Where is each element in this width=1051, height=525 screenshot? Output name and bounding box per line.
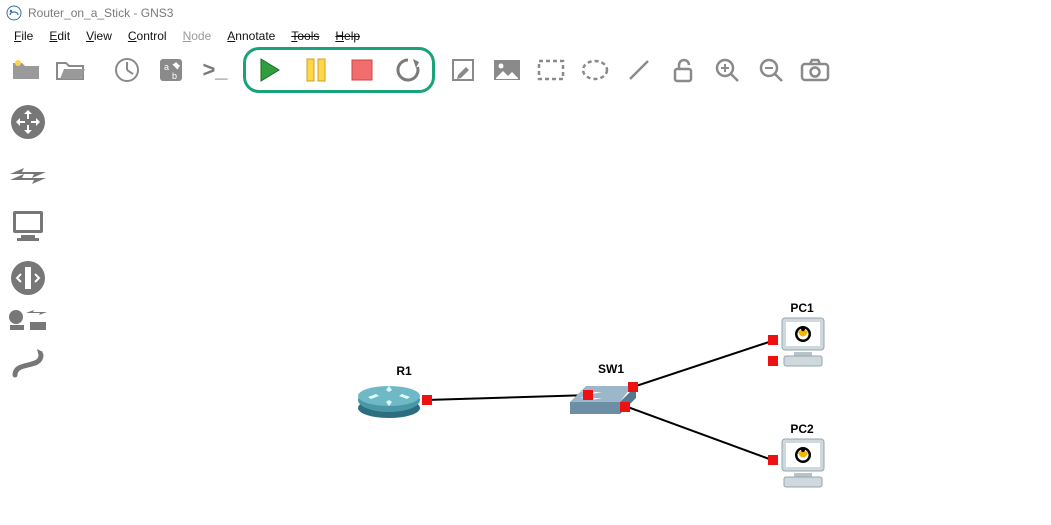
menu-control[interactable]: Control bbox=[120, 27, 175, 45]
stop-button[interactable] bbox=[346, 54, 378, 86]
device-palette bbox=[0, 94, 56, 525]
reload-button[interactable] bbox=[392, 54, 424, 86]
menu-tools[interactable]: Tools bbox=[283, 27, 327, 45]
titlebar: Router_on_a_Stick - GNS3 bbox=[0, 0, 1051, 26]
rect-button[interactable] bbox=[535, 54, 567, 86]
open-project-button[interactable] bbox=[54, 54, 86, 86]
port-sw1-ne[interactable] bbox=[628, 382, 638, 392]
port-sw1-w[interactable] bbox=[583, 390, 593, 400]
node-label-pc2: PC2 bbox=[790, 422, 813, 436]
menubar: File Edit View Control Node Annotate Too… bbox=[0, 26, 1051, 46]
simulation-controls-highlight bbox=[243, 47, 435, 93]
note-button[interactable] bbox=[447, 54, 479, 86]
zoom-in-button[interactable] bbox=[711, 54, 743, 86]
palette-end-devices-button[interactable] bbox=[6, 204, 50, 248]
screenshot-button[interactable] bbox=[799, 54, 831, 86]
port-pc1[interactable] bbox=[768, 356, 778, 366]
palette-cable-button[interactable] bbox=[6, 340, 50, 384]
svg-text:b: b bbox=[172, 71, 177, 81]
port-sw1-se[interactable] bbox=[620, 402, 630, 412]
image-button[interactable] bbox=[491, 54, 523, 86]
menu-file[interactable]: File bbox=[6, 27, 41, 45]
palette-security-button[interactable] bbox=[6, 256, 50, 300]
window-title: Router_on_a_Stick - GNS3 bbox=[28, 6, 173, 20]
node-pc2[interactable] bbox=[776, 437, 830, 489]
start-button[interactable] bbox=[254, 54, 286, 86]
new-project-button[interactable] bbox=[10, 54, 42, 86]
ellipse-button[interactable] bbox=[579, 54, 611, 86]
palette-switches-button[interactable] bbox=[6, 152, 50, 196]
pause-button[interactable] bbox=[300, 54, 332, 86]
node-label-pc1: PC1 bbox=[790, 301, 813, 315]
node-r1[interactable] bbox=[356, 382, 422, 416]
topology-canvas[interactable]: R1 SW1 PC1 bbox=[56, 94, 1051, 525]
port-pc2[interactable] bbox=[768, 455, 778, 465]
palette-routers-button[interactable] bbox=[6, 100, 50, 144]
menu-help[interactable]: Help bbox=[327, 27, 368, 45]
line-button[interactable] bbox=[623, 54, 655, 86]
menu-edit[interactable]: Edit bbox=[41, 27, 78, 45]
port-pc1-b[interactable] bbox=[768, 335, 778, 345]
zoom-out-button[interactable] bbox=[755, 54, 787, 86]
node-label-sw1: SW1 bbox=[598, 362, 624, 376]
snapshot-button[interactable] bbox=[111, 54, 143, 86]
app-icon bbox=[6, 5, 22, 21]
menu-node: Node bbox=[175, 27, 220, 45]
links-layer bbox=[56, 94, 1051, 525]
node-pc1[interactable] bbox=[776, 316, 830, 368]
port-r1-e0[interactable] bbox=[422, 395, 432, 405]
labels-button[interactable]: ab bbox=[155, 54, 187, 86]
palette-all-devices-button[interactable] bbox=[6, 308, 50, 332]
node-label-r1: R1 bbox=[396, 364, 411, 378]
menu-annotate[interactable]: Annotate bbox=[219, 27, 283, 45]
menu-view[interactable]: View bbox=[78, 27, 120, 45]
toolbar: ab >_ bbox=[0, 46, 1051, 94]
lock-button[interactable] bbox=[667, 54, 699, 86]
svg-text:a: a bbox=[164, 62, 169, 72]
console-button[interactable]: >_ bbox=[199, 54, 231, 86]
